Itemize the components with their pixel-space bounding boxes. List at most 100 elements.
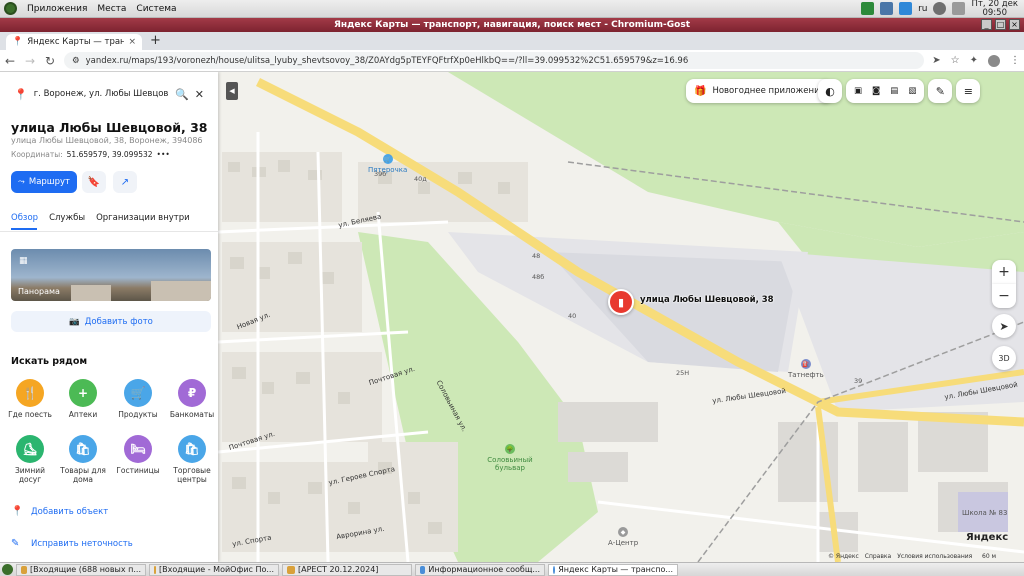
category-home-goods[interactable]: 🛍 Товары для дома: [57, 435, 109, 484]
category-food[interactable]: 🍴 Где поесть: [4, 379, 56, 419]
house-number: 25Н: [676, 369, 690, 377]
more-menu-icon[interactable]: ≡: [956, 79, 981, 103]
add-photo-button[interactable]: 📷 Добавить фото: [11, 311, 211, 332]
my-location-icon[interactable]: ➤: [992, 314, 1016, 338]
active-tab-indicator: [11, 228, 37, 230]
bookmark-icon: 🔖: [87, 176, 101, 188]
category-hotels[interactable]: 🛏 Гостиницы: [112, 435, 164, 475]
new-tab-button[interactable]: +: [150, 34, 161, 50]
map-canvas[interactable]: 39б 40д 48 48б 40 25Н 39 ул. Беляева Нов…: [218, 72, 1024, 562]
more-dots-icon[interactable]: •••: [157, 150, 170, 159]
close-window-button[interactable]: ×: [1009, 19, 1020, 30]
panorama-photo[interactable]: ▦ Панорама: [11, 249, 211, 301]
house-number: 40д: [414, 175, 427, 183]
map-mode-icon[interactable]: ◐: [818, 79, 842, 103]
taskbar-item-info[interactable]: Информационное сообщ...: [415, 563, 545, 576]
tab-services[interactable]: Службы: [49, 213, 85, 223]
menu-system[interactable]: Система: [136, 4, 176, 14]
category-label: Аптеки: [68, 410, 98, 419]
start-menu-icon[interactable]: [2, 564, 13, 575]
extensions-icon[interactable]: ✦: [970, 55, 978, 66]
share-button[interactable]: ↗: [113, 171, 137, 193]
menu-applications[interactable]: Приложения: [27, 4, 87, 14]
search-input[interactable]: г. Воронеж, ул. Любы Шевцовой: [34, 89, 169, 99]
poi-a-center[interactable]: ◆ А-Центр: [608, 527, 638, 547]
volume-icon[interactable]: [933, 2, 947, 15]
menu-places[interactable]: Места: [97, 4, 126, 14]
fix-error-label: Исправить неточность: [31, 538, 133, 549]
category-malls[interactable]: 🛍 Торговые центры: [166, 435, 218, 484]
taskbar-item-arest[interactable]: [АРЕСТ 20.12.2024]: [282, 563, 412, 576]
reload-icon[interactable]: ↻: [44, 54, 56, 68]
poi-tatneft[interactable]: ⛽ Татнефть: [788, 359, 824, 379]
taskbar-item-inbox-2[interactable]: [Входящие - МойОфис По...: [149, 563, 279, 576]
url-text[interactable]: yandex.ru/maps/193/voronezh/house/ulitsa…: [86, 56, 689, 66]
browser-tab[interactable]: 📍 Яндекс Карты — транспо... ×: [6, 34, 142, 50]
fix-error-link[interactable]: ✎ Исправить неточность: [11, 538, 133, 549]
collapse-sidebar-button[interactable]: ◀: [226, 82, 238, 100]
coordinates-value[interactable]: 51.659579, 39.099532: [67, 150, 153, 159]
layers-icon[interactable]: ▧: [908, 86, 916, 96]
category-atm[interactable]: ₽ Банкоматы: [166, 379, 218, 419]
profile-avatar[interactable]: [988, 54, 1000, 67]
tray-app-icon[interactable]: [861, 2, 875, 15]
bookmark-star-icon[interactable]: ☆: [951, 55, 960, 66]
keyboard-layout[interactable]: ru: [918, 4, 927, 14]
search-icon[interactable]: 🔍: [175, 88, 189, 101]
vk-icon[interactable]: [880, 2, 894, 15]
tabs-divider: [0, 231, 218, 232]
transport-layer-icon[interactable]: ▤: [890, 86, 898, 96]
camera-icon: 📷: [69, 316, 80, 327]
shield-icon[interactable]: [899, 2, 913, 15]
close-icon[interactable]: ✕: [195, 88, 204, 101]
category-label: Банкоматы: [169, 410, 215, 419]
category-pharmacy[interactable]: + Аптеки: [57, 379, 109, 419]
food-icon: 🍴: [16, 379, 44, 407]
poi-label: Соловьиный бульвар: [487, 456, 533, 472]
mail-icon: [21, 565, 27, 574]
minimize-button[interactable]: _: [981, 19, 992, 30]
house-number: 40: [568, 312, 577, 320]
zoom-in-button[interactable]: +: [992, 260, 1016, 284]
3d-toggle-button[interactable]: 3D: [992, 346, 1016, 370]
poi-school[interactable]: Школа № 83: [962, 509, 1007, 517]
search-box[interactable]: 📍 г. Воронеж, ул. Любы Шевцовой 🔍 ✕: [10, 80, 208, 108]
panorama-layer-icon[interactable]: ▣: [854, 86, 862, 96]
maximize-button[interactable]: □: [995, 19, 1006, 30]
tab-overview[interactable]: Обзор: [11, 213, 38, 223]
browser-menu-icon[interactable]: ⋮: [1010, 55, 1020, 66]
poi-solovinyi-bulvar[interactable]: 🌳 Соловьиный бульвар: [480, 444, 540, 472]
network-icon[interactable]: [952, 2, 966, 15]
tab-organizations[interactable]: Организации внутри: [96, 213, 190, 223]
add-object-link[interactable]: 📍 Добавить объект: [11, 506, 108, 517]
coordinates-row: Координаты: 51.659579, 39.099532 •••: [11, 150, 170, 159]
taskbar-item-label: Информационное сообщ...: [428, 565, 540, 574]
poi-pyaterochka[interactable]: 🛒 Пятерочка: [368, 154, 407, 174]
forward-icon[interactable]: →: [24, 54, 36, 68]
address-bar[interactable]: ⚙ yandex.ru/maps/193/voronezh/house/ulit…: [64, 52, 925, 69]
category-grocery[interactable]: 🛒 Продукты: [112, 379, 164, 419]
route-button[interactable]: ⤳ Маршрут: [11, 171, 77, 193]
terms-link[interactable]: Условия использования: [897, 553, 972, 560]
back-icon[interactable]: ←: [4, 54, 16, 68]
taskbar-item-browser[interactable]: Яндекс Карты — транспо...: [548, 563, 678, 576]
system-logo-icon[interactable]: [4, 2, 17, 15]
marker-label[interactable]: улица Любы Шевцовой, 38: [640, 295, 774, 305]
site-info-icon[interactable]: ⚙: [72, 56, 80, 66]
bag-icon: 🛍: [69, 435, 97, 463]
coordinates-label: Координаты:: [11, 150, 63, 159]
clock[interactable]: Пт, 20 дек 09:50: [971, 0, 1018, 18]
address-marker-icon[interactable]: ▮: [608, 289, 634, 315]
help-link[interactable]: Справка: [865, 553, 891, 560]
category-winter[interactable]: ⛸ Зимний досуг: [4, 435, 56, 484]
new-year-app-button[interactable]: 🎁 Новогоднее приложение: [686, 79, 833, 103]
bookmark-button[interactable]: 🔖: [82, 171, 106, 193]
system-top-panel: Приложения Места Система ru Пт, 20 дек 0…: [0, 0, 1024, 18]
close-tab-icon[interactable]: ×: [128, 37, 136, 47]
ruler-icon[interactable]: ✎: [928, 79, 953, 103]
map-scale: 60 м: [982, 553, 997, 560]
photos-layer-icon[interactable]: ◙: [872, 86, 880, 96]
taskbar-item-inbox-1[interactable]: [Входящие (688 новых п...: [16, 563, 146, 576]
send-icon[interactable]: ➤: [932, 55, 940, 66]
zoom-out-button[interactable]: −: [992, 284, 1016, 308]
